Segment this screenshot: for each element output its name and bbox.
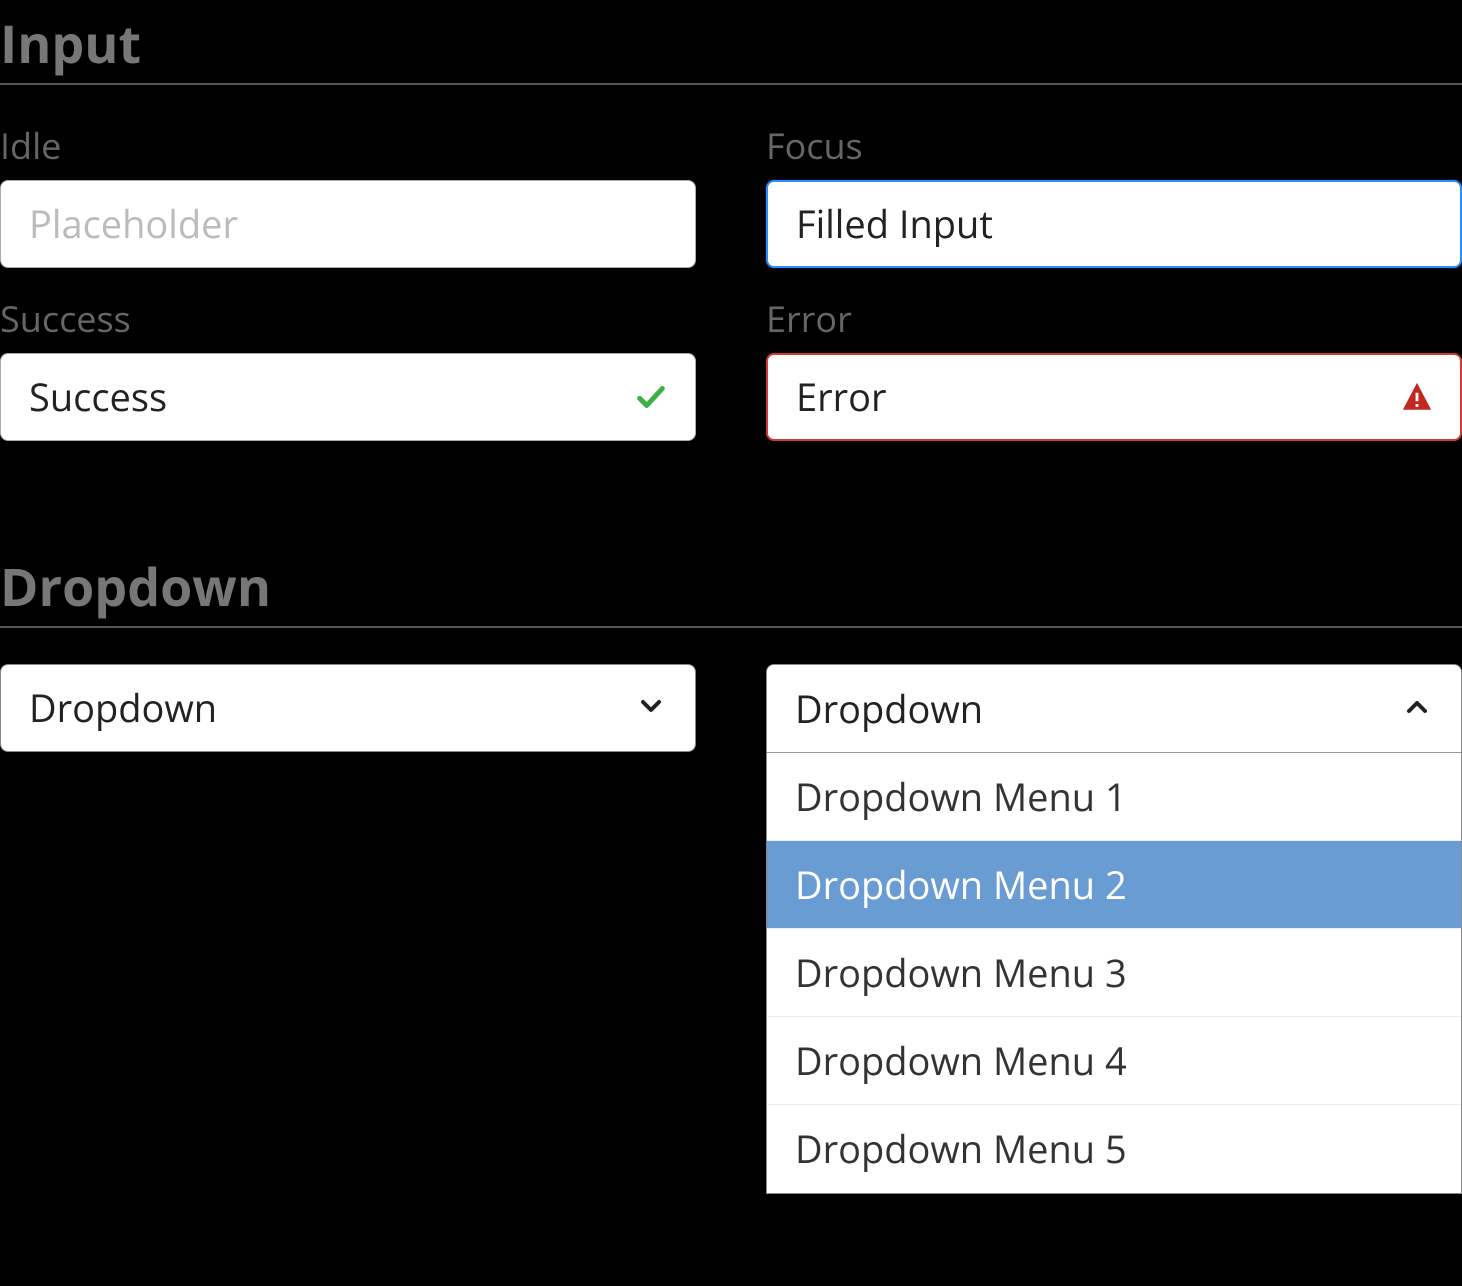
dropdown-label: Dropdown — [795, 683, 983, 735]
input-error[interactable] — [766, 353, 1462, 441]
section-title-dropdown: Dropdown — [0, 551, 1462, 628]
field-label-focus: Focus — [766, 121, 1462, 170]
section-title-input: Input — [0, 8, 1462, 85]
field-group-focus: Focus — [766, 121, 1462, 268]
input-success[interactable] — [0, 353, 696, 441]
chevron-down-icon — [635, 682, 667, 734]
dropdown-label: Dropdown — [29, 682, 217, 734]
dropdown-closed: Dropdown — [0, 664, 696, 1194]
dropdown-trigger-open[interactable]: Dropdown — [767, 665, 1461, 753]
dropdown-item[interactable]: Dropdown Menu 2 — [767, 841, 1461, 929]
dropdown-open: Dropdown Dropdown Menu 1 Dropdown Menu 2… — [766, 664, 1462, 1194]
dropdown-item[interactable]: Dropdown Menu 5 — [767, 1105, 1461, 1193]
dropdown-item[interactable]: Dropdown Menu 1 — [767, 753, 1461, 841]
dropdown-trigger-closed[interactable]: Dropdown — [0, 664, 696, 752]
field-group-idle: Idle — [0, 121, 696, 268]
dropdown-item[interactable]: Dropdown Menu 4 — [767, 1017, 1461, 1105]
input-focus[interactable] — [766, 180, 1462, 268]
field-group-error: Error — [766, 294, 1462, 441]
dropdown-item[interactable]: Dropdown Menu 3 — [767, 929, 1461, 1017]
field-group-success: Success — [0, 294, 696, 441]
check-icon — [634, 380, 668, 414]
field-label-error: Error — [766, 294, 1462, 343]
warning-triangle-icon — [1400, 380, 1434, 414]
chevron-up-icon — [1401, 683, 1433, 735]
input-idle[interactable] — [0, 180, 696, 268]
dropdown-menu: Dropdown Menu 1 Dropdown Menu 2 Dropdown… — [767, 753, 1461, 1193]
field-label-idle: Idle — [0, 121, 696, 170]
field-label-success: Success — [0, 294, 696, 343]
